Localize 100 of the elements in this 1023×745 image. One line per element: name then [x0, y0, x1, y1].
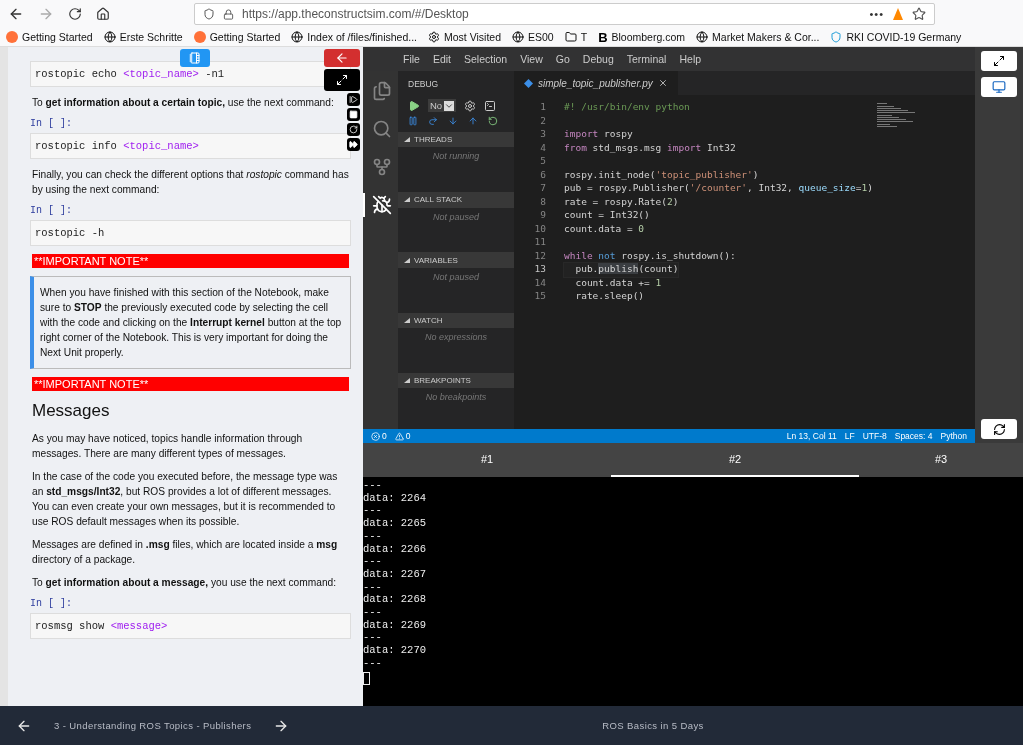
monitor-button[interactable] — [981, 77, 1017, 97]
step-over-icon[interactable] — [428, 116, 438, 126]
terminal-line: data: 2269 — [363, 618, 427, 632]
section-header[interactable]: THREADS — [398, 132, 514, 148]
warning-count[interactable]: 0 — [394, 431, 411, 441]
bookmark-link[interactable]: B Bloomberg.com — [598, 29, 686, 45]
section-header[interactable]: WATCH — [398, 312, 514, 329]
shield-icon — [203, 8, 215, 20]
menu-item[interactable]: View — [520, 53, 543, 65]
play-icon[interactable] — [408, 99, 420, 112]
bookmark-link[interactable]: Erste Schritte — [103, 31, 183, 43]
settings-icon[interactable] — [464, 99, 477, 112]
code-cell[interactable]: rostopic echo <topic_name> -n1 — [30, 61, 351, 87]
fullscreen-button[interactable] — [981, 51, 1017, 71]
menu-item[interactable]: Terminal — [626, 53, 667, 65]
bookmark-link[interactable]: ES00 — [512, 31, 554, 43]
star-icon[interactable] — [912, 7, 926, 21]
empty-message: No expressions — [425, 332, 487, 343]
menu-item[interactable]: Debug — [582, 53, 614, 65]
bug-icon[interactable] — [371, 195, 392, 215]
terminal-line: --- — [363, 479, 383, 492]
bookmark-link[interactable]: Getting Started — [6, 31, 93, 43]
line-number: 2 — [539, 114, 547, 128]
branch-icon[interactable] — [371, 157, 392, 177]
gear-icon — [428, 31, 440, 43]
bookmark-link[interactable]: Getting Started — [193, 31, 281, 43]
line-number: 5 — [539, 155, 547, 168]
fast-forward-button[interactable] — [347, 138, 360, 151]
terminal-icon[interactable] — [484, 99, 497, 112]
unit-title: 3 - Understanding ROS Topics - Publishers — [54, 720, 252, 731]
status-item[interactable]: UTF-8 — [862, 431, 887, 441]
search-icon[interactable] — [371, 119, 392, 139]
callout-text: When you have finished with this section of the Notebook, make sure to STOP the previously executed code by selecting the cell with the code and clicking on the Interrupt kernel button at the top right corner of the Notebook. This is very important for doing the Next Unit properly. — [30, 276, 351, 369]
expand-icon — [993, 55, 1005, 67]
bookmark-link[interactable]: T — [564, 31, 588, 43]
caret-icon — [404, 378, 410, 384]
terminal-tab[interactable]: #3 — [859, 443, 1023, 477]
menu-item[interactable]: Help — [679, 53, 702, 65]
status-item[interactable]: Python — [940, 431, 967, 441]
globe-icon — [103, 31, 116, 43]
code-cell[interactable]: rostopic -h — [30, 220, 351, 246]
empty-message: No breakpoints — [425, 392, 487, 403]
lock-icon — [223, 8, 234, 20]
bookmark-link[interactable]: Market Makers & Cor... — [696, 31, 820, 43]
menu-item[interactable]: Selection — [464, 53, 508, 65]
editor-tab[interactable]: simple_topic_publisher.py — [514, 71, 678, 95]
reload-icon[interactable] — [68, 7, 82, 21]
bookmark-link[interactable]: RKI COVID-19 Germany — [830, 31, 962, 43]
back-icon[interactable] — [8, 6, 24, 22]
menu-item[interactable]: Edit — [432, 53, 451, 65]
code-line: rate.sleep() — [574, 290, 645, 303]
status-item[interactable]: Ln 13, Col 11 — [786, 431, 837, 441]
menu-item[interactable]: Go — [555, 53, 570, 65]
line-number: 1 — [539, 101, 547, 114]
caret-icon — [404, 317, 410, 323]
chevron-down-icon — [444, 100, 455, 111]
restart-icon[interactable] — [488, 116, 498, 126]
bookmark-link[interactable]: Index of /files/finished... — [291, 31, 417, 43]
bookmark-link[interactable]: Most Visited — [428, 31, 501, 43]
step-into-icon[interactable] — [448, 116, 458, 126]
cell-prompt: In [ ]: — [30, 598, 73, 609]
close-icon[interactable] — [657, 78, 668, 88]
code-line: count.data = 0 — [564, 222, 645, 236]
refresh-button[interactable] — [981, 419, 1017, 439]
terminal-line: data: 2264 — [363, 491, 427, 505]
terminal-line: data: 2266 — [363, 542, 427, 556]
shield-icon — [830, 31, 843, 43]
section-header[interactable]: BREAKPOINTS — [398, 372, 514, 389]
status-item[interactable]: LF — [844, 431, 855, 441]
empty-message: Not paused — [432, 211, 479, 222]
run-button[interactable] — [347, 93, 360, 106]
menu-item[interactable]: File — [403, 53, 420, 65]
stop-button[interactable] — [347, 108, 360, 121]
line-number: 15 — [533, 290, 547, 303]
restart-icon — [349, 125, 358, 134]
status-item[interactable]: Spaces: 4 — [894, 431, 933, 441]
address-bar[interactable]: https://app.theconstructsim.com/#/Desktop ••• — [194, 3, 935, 25]
code-cell[interactable]: rostopic info <topic_name> — [30, 133, 351, 159]
step-out-icon[interactable] — [468, 116, 478, 126]
restart-button[interactable] — [347, 123, 360, 136]
home-icon[interactable] — [96, 7, 110, 21]
pause-icon[interactable] — [408, 116, 418, 126]
terminal-line: --- — [363, 631, 383, 645]
line-number: 10 — [533, 222, 547, 236]
files-icon[interactable] — [371, 81, 392, 101]
notebook-icon — [189, 52, 201, 64]
line-number: 13 — [533, 263, 547, 276]
panel-title: DEBUG — [407, 78, 440, 91]
code-line: from std_msgs.msg import Int32 — [564, 141, 736, 155]
menu-dots[interactable]: ••• — [869, 8, 884, 20]
line-number: 4 — [539, 141, 547, 155]
expand-button[interactable] — [324, 69, 360, 91]
config-select[interactable]: No — [428, 99, 457, 112]
terminal-tab[interactable]: #1 — [363, 443, 611, 477]
terminal-line: --- — [363, 504, 383, 518]
section-header[interactable]: CALL STACK — [398, 192, 514, 208]
notebook-button[interactable] — [180, 49, 210, 67]
section-header[interactable]: VARIABLES — [398, 252, 514, 268]
code-cell[interactable]: rosmsg show <message> — [30, 613, 351, 639]
line-number: 11 — [533, 236, 547, 249]
